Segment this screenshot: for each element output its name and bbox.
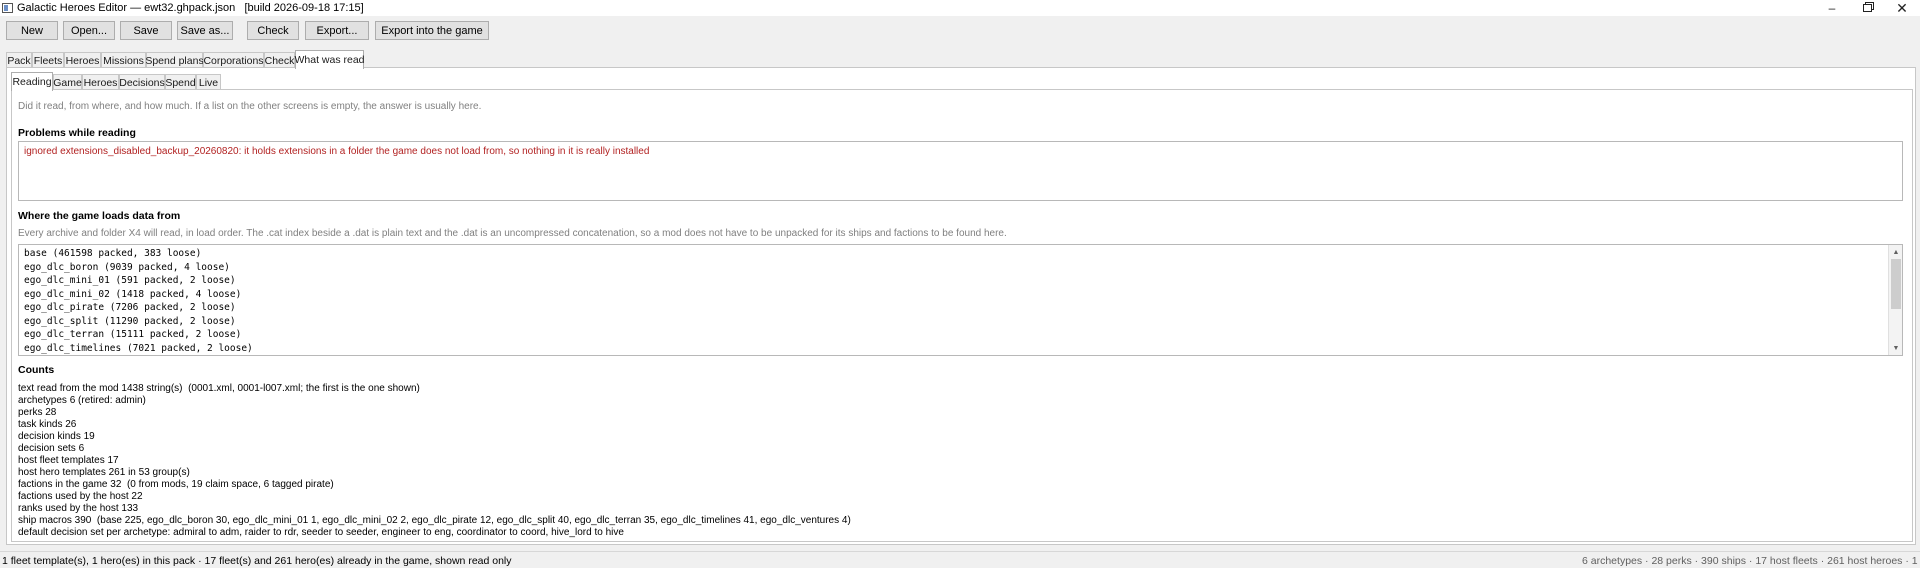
count-item: archetypes 6 (retired: admin)	[18, 395, 146, 406]
status-left-text: 1 fleet template(s), 1 hero(es) in this …	[2, 555, 512, 567]
save-button[interactable]: Save	[120, 21, 172, 40]
count-item: text read from the mod 1438 string(s) (0…	[18, 383, 420, 394]
status-right-text: 6 archetypes · 28 perks · 390 ships · 17…	[1582, 555, 1920, 567]
count-item: factions in the game 32 (0 from mods, 19…	[18, 479, 334, 490]
sources-title: Where the game loads data from	[18, 210, 181, 222]
count-item: ranks used by the host 133	[18, 503, 139, 514]
title-bar: Galactic Heroes Editor — ewt32.ghpack.js…	[0, 0, 1920, 16]
subtab-reading[interactable]: Reading	[11, 72, 53, 91]
tab-pack[interactable]: Pack	[6, 52, 32, 68]
source-item: ego_dlc_terran (15111 packed, 2 loose)	[24, 329, 242, 340]
subtab-decisions[interactable]: Decisions	[119, 74, 165, 90]
sub-tabs: Reading Game Heroes Decisions Spend Live	[10, 72, 310, 91]
count-item: task kinds 26	[18, 419, 77, 430]
save-as-button[interactable]: Save as...	[177, 21, 233, 40]
counts-title: Counts	[18, 364, 55, 376]
count-item: default decision set per archetype: admi…	[18, 527, 624, 538]
status-bar: 1 fleet template(s), 1 hero(es) in this …	[0, 551, 1920, 568]
export-button[interactable]: Export...	[305, 21, 369, 40]
close-icon[interactable]: ✕	[1888, 0, 1916, 16]
main-tabs: Pack Fleets Heroes Missions Spend plans …	[0, 50, 1920, 69]
source-item: ego_dlc_pirate (7206 packed, 2 loose)	[24, 302, 236, 313]
count-item: decision sets 6	[18, 443, 85, 454]
sources-list[interactable]: base (461598 packed, 383 loose) ego_dlc_…	[18, 244, 1903, 356]
source-item: ego_dlc_timelines (7021 packed, 2 loose)	[24, 342, 253, 354]
problems-list[interactable]: ignored extensions_disabled_backup_20260…	[18, 141, 1903, 201]
count-item: host hero templates 261 in 53 group(s)	[18, 467, 190, 478]
scroll-down-icon[interactable]: ▼	[1889, 342, 1902, 354]
check-button[interactable]: Check	[247, 21, 299, 40]
export-into-game-button[interactable]: Export into the game	[375, 21, 489, 40]
scroll-up-icon[interactable]: ▲	[1889, 246, 1902, 258]
new-button[interactable]: New	[6, 21, 58, 40]
tab-heroes[interactable]: Heroes	[64, 52, 101, 68]
source-item: ego_dlc_mini_01 (591 packed, 2 loose)	[24, 275, 236, 286]
count-item: factions used by the host 22	[18, 491, 143, 502]
sources-scrollbar[interactable]: ▲ ▼	[1888, 245, 1902, 355]
tab-corporations[interactable]: Corporations	[203, 52, 264, 68]
count-item: host fleet templates 17	[18, 455, 119, 466]
source-item: ego_dlc_boron (9039 packed, 4 loose)	[24, 261, 230, 273]
problem-item: ignored extensions_disabled_backup_20260…	[24, 146, 650, 157]
subtab-game[interactable]: Game	[53, 74, 82, 90]
tab-what-was-read[interactable]: What was read	[294, 50, 365, 69]
scrollbar-thumb[interactable]	[1891, 259, 1901, 309]
subtab-spend[interactable]: Spend	[165, 74, 196, 90]
app-icon	[2, 3, 13, 13]
source-item: ego_dlc_split (11290 packed, 2 loose)	[24, 315, 236, 327]
sources-hint: Every archive and folder X4 will read, i…	[18, 228, 1007, 239]
tab-check[interactable]: Check	[264, 52, 295, 68]
minimize-icon[interactable]: –	[1818, 0, 1846, 16]
count-item: ship macros 390 (base 225, ego_dlc_boron…	[18, 515, 851, 526]
reading-intro: Did it read, from where, and how much. I…	[18, 101, 482, 112]
count-item: decision kinds 19	[18, 431, 95, 442]
tab-fleets[interactable]: Fleets	[32, 52, 64, 68]
source-item: base (461598 packed, 383 loose)	[24, 248, 202, 259]
subtab-live[interactable]: Live	[196, 74, 221, 90]
problems-title: Problems while reading	[18, 127, 136, 139]
subtab-heroes[interactable]: Heroes	[82, 74, 119, 90]
source-item: ego_dlc_mini_02 (1418 packed, 4 loose)	[24, 288, 242, 300]
count-item: perks 28	[18, 407, 57, 418]
tab-missions[interactable]: Missions	[101, 52, 146, 68]
open-button[interactable]: Open...	[63, 21, 115, 40]
tab-spend-plans[interactable]: Spend plans	[145, 52, 204, 68]
window-title: Galactic Heroes Editor — ewt32.ghpack.js…	[17, 2, 364, 14]
maximize-icon[interactable]	[1853, 0, 1881, 16]
toolbar: New Open... Save Save as... Check Export…	[0, 16, 1920, 46]
